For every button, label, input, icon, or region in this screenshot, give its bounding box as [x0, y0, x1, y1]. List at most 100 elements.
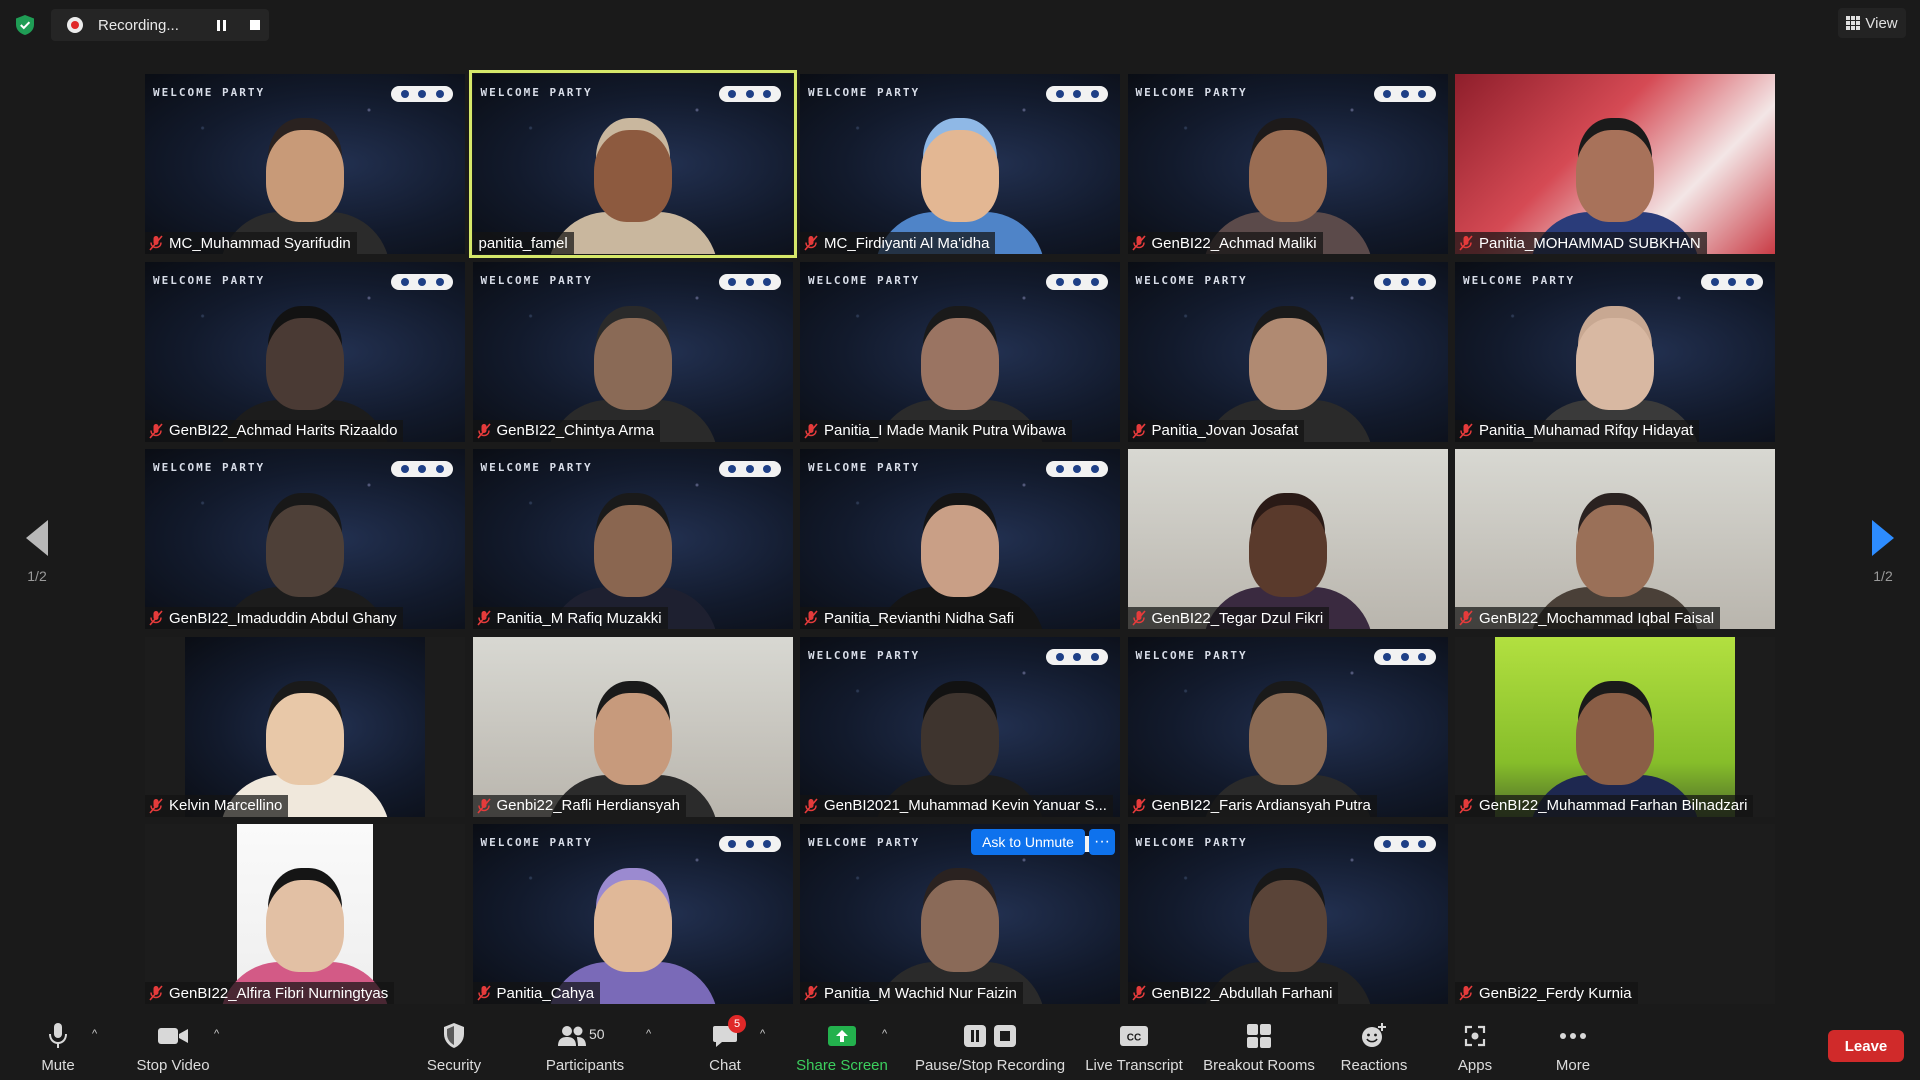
participant-video-tile[interactable]: Genbi22_Rafli Herdiansyah: [472, 636, 793, 817]
participants-label: Participants: [545, 1057, 625, 1074]
previous-page-button[interactable]: 1/2: [17, 520, 57, 584]
audio-options-caret-icon[interactable]: ^: [92, 1028, 97, 1040]
muted-microphone-icon: [804, 235, 818, 251]
virtual-background-banner: WELCOME PARTY: [153, 273, 266, 287]
muted-microphone-icon: [1131, 797, 1146, 814]
participant-video-tile[interactable]: GenBI22_Tegar Dzul Fikri: [1127, 449, 1448, 629]
share-screen-label: Share Screen: [796, 1057, 888, 1074]
participant-video-tile[interactable]: WELCOME PARTY GenBI22_Abdullah Farhani: [1127, 824, 1448, 1004]
participant-video-tile[interactable]: Panitia_MOHAMMAD SUBKHAN: [1455, 74, 1775, 254]
participant-name-tag: Panitia_Cahya: [472, 982, 601, 1004]
apps-button[interactable]: Apps: [1452, 1012, 1498, 1080]
sponsor-logos: [718, 461, 781, 477]
live-transcript-label: Live Transcript: [1085, 1057, 1183, 1074]
next-page-button[interactable]: 1/2: [1863, 520, 1903, 584]
page-indicator: 1/2: [1873, 568, 1893, 584]
chat-button[interactable]: 5 Chat: [700, 1012, 750, 1080]
virtual-background-banner: WELCOME PARTY: [1135, 648, 1248, 662]
pause-stop-recording-button[interactable]: Pause/Stop Recording: [912, 1012, 1068, 1080]
participant-name-tag: Genbi22_Rafli Herdiansyah: [472, 794, 686, 817]
recording-indicator: Recording...: [51, 9, 269, 41]
participants-options-caret-icon[interactable]: ^: [646, 1028, 651, 1040]
participant-video-tile[interactable]: Kelvin Marcellino: [145, 636, 465, 817]
muted-microphone-icon: [149, 235, 163, 251]
participant-name-tag: GenBI22_Chintya Arma: [472, 419, 661, 442]
security-label: Security: [426, 1057, 482, 1074]
meeting-toolbar: Mute ^ Stop Video ^ Security 50 Particip…: [0, 1012, 1920, 1080]
participant-video-tile[interactable]: WELCOME PARTY Panitia_Jovan Josafat: [1127, 261, 1448, 442]
participant-name: Panitia_M Wachid Nur Faizin: [824, 984, 1017, 1002]
participant-name: Panitia_Muhamad Rifqy Hidayat: [1479, 422, 1694, 439]
participant-video-tile[interactable]: WELCOME PARTY Panitia_Muhamad Rifqy Hiday…: [1455, 261, 1775, 442]
participant-name: GenBI22_Achmad Harits Rizaaldo: [169, 422, 398, 439]
participant-video-tile[interactable]: WELCOME PARTY GenBI22_Faris Ardiansyah Pu…: [1127, 636, 1448, 817]
muted-microphone-icon: [476, 610, 491, 626]
encryption-shield-icon[interactable]: [14, 14, 36, 36]
participant-video-tile[interactable]: WELCOME PARTY Panitia_Revianthi Nidha Saf…: [800, 449, 1120, 629]
leave-meeting-button[interactable]: Leave: [1828, 1030, 1904, 1062]
participant-video-tile[interactable]: WELCOME PARTY GenBI22_Chintya Arma: [472, 261, 793, 442]
pause-recording-icon[interactable]: [210, 14, 232, 36]
stop-recording-icon[interactable]: [244, 14, 266, 36]
muted-microphone-icon: [149, 797, 163, 814]
participant-video-tile[interactable]: WELCOME PARTY GenBI22_Achmad Maliki: [1127, 74, 1448, 254]
ask-to-unmute-button[interactable]: Ask to Unmute: [971, 829, 1085, 855]
participant-name-tag: Panitia_I Made Manik Putra Wibawa: [800, 419, 1072, 442]
participant-name: GenBI2021_Muhammad Kevin Yanuar S...: [824, 797, 1107, 814]
participant-video-tile[interactable]: WELCOME PARTY Panitia_I Made Manik Putra …: [800, 261, 1120, 442]
participant-video-tile[interactable]: GenBI22_Mochammad Iqbal Faisal: [1455, 449, 1775, 629]
more-button[interactable]: More: [1550, 1012, 1596, 1080]
video-background: [1455, 824, 1775, 1004]
participants-icon: [558, 1026, 586, 1046]
participant-video-tile[interactable]: WELCOME PARTY MC_Muhammad Syarifudin: [145, 74, 465, 254]
sponsor-logos: [1046, 86, 1108, 102]
virtual-background-banner: WELCOME PARTY: [480, 836, 593, 849]
reactions-button[interactable]: Reactions: [1336, 1012, 1412, 1080]
participant-video-tile[interactable]: WELCOME PARTY Panitia_Cahya: [472, 824, 793, 1004]
breakout-rooms-icon: [1247, 1024, 1271, 1048]
participant-video-tile[interactable]: WELCOME PARTY GenBI2021_Muhammad Kevin Ya…: [800, 636, 1120, 817]
view-label: View: [1865, 14, 1898, 32]
sponsor-logos: [1373, 86, 1436, 102]
virtual-background-banner: WELCOME PARTY: [808, 461, 921, 474]
video-options-caret-icon[interactable]: ^: [214, 1028, 219, 1040]
sponsor-logos: [1046, 273, 1108, 290]
participant-name-tag: Kelvin Marcellino: [145, 794, 289, 817]
virtual-background-banner: WELCOME PARTY: [480, 86, 593, 99]
sponsor-logos: [718, 86, 781, 102]
participant-video-tile[interactable]: WELCOME PARTY MC_Firdiyanti Al Ma'idha: [800, 74, 1120, 254]
participant-name-tag: Panitia_MOHAMMAD SUBKHAN: [1455, 232, 1707, 254]
mute-button[interactable]: Mute: [30, 1012, 86, 1080]
muted-microphone-icon: [1459, 422, 1473, 439]
participants-button[interactable]: 50 Participants: [540, 1012, 630, 1080]
participant-video-tile[interactable]: GenBI22_Alfira Fibri Nurningtyas: [145, 824, 465, 1004]
participant-name: panitia_famel: [478, 234, 568, 252]
participant-video-tile[interactable]: WELCOME PARTY GenBI22_Imaduddin Abdul Gha…: [145, 449, 465, 629]
pause-stop-recording-icon: [964, 1025, 1016, 1047]
virtual-background-banner: WELCOME PARTY: [808, 836, 921, 849]
sponsor-logos: [1701, 273, 1763, 290]
participant-video-tile[interactable]: GenBi22_Ferdy Kurnia: [1455, 824, 1775, 1004]
security-button[interactable]: Security: [418, 1012, 490, 1080]
breakout-rooms-button[interactable]: Breakout Rooms: [1200, 1012, 1318, 1080]
participant-video-tile[interactable]: WELCOME PARTY Panitia_M Rafiq Muzakki: [472, 449, 793, 629]
muted-microphone-icon: [1131, 422, 1146, 439]
chat-options-caret-icon[interactable]: ^: [760, 1028, 765, 1040]
share-screen-button[interactable]: Share Screen: [794, 1012, 890, 1080]
live-transcript-button[interactable]: CC Live Transcript: [1082, 1012, 1186, 1080]
participant-video-tile[interactable]: WELCOME PARTY GenBI22_Achmad Harits Rizaa…: [145, 261, 465, 442]
participant-video-tile[interactable]: WELCOME PARTY panitia_famel: [468, 70, 797, 258]
muted-microphone-icon: [804, 610, 818, 626]
view-button[interactable]: View: [1838, 8, 1906, 38]
microphone-icon: [49, 1023, 67, 1048]
sponsor-logos: [1046, 648, 1108, 665]
virtual-background-banner: WELCOME PARTY: [1463, 273, 1576, 287]
participant-video-tile[interactable]: GenBI22_Muhammad Farhan Bilnadzari: [1455, 636, 1775, 817]
participant-name-tag: GenBI22_Tegar Dzul Fikri: [1127, 607, 1330, 629]
participant-name: Panitia_Cahya: [496, 984, 595, 1002]
recording-dot-icon: [67, 17, 83, 33]
share-options-caret-icon[interactable]: ^: [882, 1028, 887, 1040]
participant-more-options-button[interactable]: ···: [1089, 829, 1115, 855]
recording-label: Recording...: [98, 16, 179, 34]
stop-video-button[interactable]: Stop Video: [130, 1012, 216, 1080]
